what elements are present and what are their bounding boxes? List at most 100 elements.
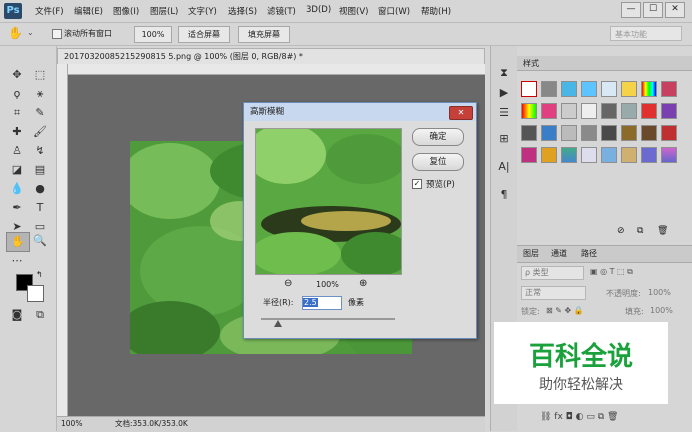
eyedropper-icon[interactable]: ✎	[29, 104, 51, 122]
close-window-button[interactable]: ✕	[665, 2, 685, 18]
zoom-out-icon[interactable]: ⊖	[284, 278, 292, 289]
style-swatch[interactable]	[601, 147, 617, 163]
style-swatch[interactable]	[641, 103, 657, 119]
style-swatch[interactable]	[621, 81, 637, 97]
menu-3d[interactable]: 3D(D)	[306, 5, 331, 15]
zoom-tool-icon[interactable]: 🔍	[29, 232, 51, 250]
radius-input[interactable]: 2.5	[302, 296, 342, 310]
minimize-button[interactable]: —	[621, 2, 641, 18]
style-swatch[interactable]	[661, 125, 677, 141]
style-swatch[interactable]	[601, 103, 617, 119]
style-swatch[interactable]	[581, 125, 597, 141]
style-swatch[interactable]	[541, 81, 557, 97]
blend-mode-select[interactable]: 正常	[521, 286, 586, 300]
background-color-swatch[interactable]	[27, 285, 44, 302]
restore-button[interactable]: ☐	[643, 2, 663, 18]
style-swatch[interactable]	[621, 125, 637, 141]
screen-mode-icon[interactable]: ⧉	[29, 306, 51, 324]
menu-layer[interactable]: 图层(L)	[150, 5, 178, 17]
style-swatch[interactable]	[661, 147, 677, 163]
blur-preview[interactable]	[255, 128, 402, 275]
layer-filter-select[interactable]: ρ 类型	[521, 266, 584, 280]
layer-actions-icons[interactable]: ⛓ fx ◘ ◐ ▭ ⧉ 🗑	[540, 412, 618, 422]
close-icon[interactable]: ✕	[449, 106, 473, 120]
ok-button[interactable]: 确定	[412, 128, 464, 146]
magic-wand-icon[interactable]: ⚹	[29, 85, 51, 103]
status-zoom[interactable]: 100%	[61, 417, 82, 431]
blur-tool-icon[interactable]: 💧	[6, 180, 28, 198]
zoom-in-icon[interactable]: ⊕	[359, 278, 367, 289]
gradient-tool-icon[interactable]: ▤	[29, 161, 51, 179]
adjust-panel-icon[interactable]: ⊞	[493, 130, 515, 148]
workspace-select[interactable]: 基本功能	[610, 26, 682, 41]
chevron-down-icon[interactable]: ⌄	[27, 28, 34, 37]
radius-slider-thumb[interactable]	[274, 320, 282, 327]
opacity-value[interactable]: 100%	[648, 288, 671, 302]
style-swatch[interactable]	[621, 147, 637, 163]
style-swatch[interactable]	[521, 125, 537, 141]
menu-file[interactable]: 文件(F)	[35, 5, 64, 17]
tab-styles[interactable]: 样式	[523, 58, 539, 69]
menu-select[interactable]: 选择(S)	[228, 5, 257, 17]
style-swatch[interactable]	[561, 103, 577, 119]
lasso-tool-icon[interactable]: ϙ	[6, 85, 28, 103]
menu-window[interactable]: 窗口(W)	[378, 5, 410, 17]
swap-colors-icon[interactable]: ↰	[36, 270, 43, 279]
move-tool-icon[interactable]: ✥	[6, 66, 28, 84]
style-none-swatch[interactable]	[521, 81, 537, 97]
crop-tool-icon[interactable]: ⌗	[6, 104, 28, 122]
style-swatch[interactable]	[561, 147, 577, 163]
hand-tool-icon[interactable]: ✋	[6, 232, 30, 252]
style-swatch[interactable]	[521, 103, 537, 119]
fill-value[interactable]: 100%	[650, 306, 673, 320]
type-tool-icon[interactable]: T	[29, 199, 51, 217]
new-style-icon[interactable]: ⧉	[637, 226, 643, 236]
eraser-tool-icon[interactable]: ◪	[6, 161, 28, 179]
style-swatch[interactable]	[581, 147, 597, 163]
menu-help[interactable]: 帮助(H)	[421, 5, 451, 17]
fill-screen-button[interactable]: 填充屏幕	[238, 26, 290, 43]
tab-paths[interactable]: 路径	[581, 248, 597, 259]
more-tools-icon[interactable]: ⋯	[6, 252, 28, 270]
menu-filter[interactable]: 滤镜(T)	[267, 5, 296, 17]
filter-icons[interactable]: ▣ ◎ T ⬚ ⧉	[590, 267, 633, 277]
style-swatch[interactable]	[541, 125, 557, 141]
tab-layers[interactable]: 图层	[523, 248, 539, 259]
style-swatch[interactable]	[621, 103, 637, 119]
pen-tool-icon[interactable]: ✒	[6, 199, 28, 217]
character-panel-icon[interactable]: A|	[493, 158, 515, 176]
preview-checkbox[interactable]: ✓	[412, 179, 422, 189]
style-swatch[interactable]	[541, 103, 557, 119]
style-swatch[interactable]	[581, 103, 597, 119]
style-swatch[interactable]	[641, 147, 657, 163]
reset-button[interactable]: 复位	[412, 153, 464, 171]
history-brush-icon[interactable]: ↯	[29, 142, 51, 160]
delete-style-icon[interactable]: 🗑	[657, 226, 668, 236]
style-swatch[interactable]	[601, 125, 617, 141]
marquee-tool-icon[interactable]: ⬚	[29, 66, 51, 84]
dodge-tool-icon[interactable]: ●	[29, 180, 51, 198]
brush-tool-icon[interactable]: 🖌	[29, 123, 51, 141]
zoom-100-button[interactable]: 100%	[134, 26, 172, 43]
style-swatch[interactable]	[601, 81, 617, 97]
actions-panel-icon[interactable]: ▶	[493, 84, 515, 102]
style-swatch[interactable]	[561, 81, 577, 97]
style-swatch[interactable]	[541, 147, 557, 163]
menu-type[interactable]: 文字(Y)	[188, 5, 217, 17]
style-swatch[interactable]	[561, 125, 577, 141]
healing-brush-icon[interactable]: ✚	[6, 123, 28, 141]
history-panel-icon[interactable]: ⧗	[493, 64, 515, 82]
clear-style-icon[interactable]: ⊘	[617, 226, 625, 236]
fit-screen-button[interactable]: 适合屏幕	[178, 26, 230, 43]
menu-image[interactable]: 图像(I)	[113, 5, 139, 17]
style-swatch[interactable]	[581, 81, 597, 97]
style-swatch[interactable]	[521, 147, 537, 163]
menu-view[interactable]: 视图(V)	[339, 5, 368, 17]
menu-edit[interactable]: 编辑(E)	[74, 5, 103, 17]
scroll-all-checkbox[interactable]	[52, 29, 62, 39]
properties-panel-icon[interactable]: ☰	[493, 104, 515, 122]
quick-mask-icon[interactable]: ◙	[6, 306, 28, 324]
style-swatch[interactable]	[661, 81, 677, 97]
lock-icons[interactable]: ⊠ ✎ ✥ 🔒	[546, 306, 584, 320]
tab-channels[interactable]: 通道	[551, 248, 567, 259]
